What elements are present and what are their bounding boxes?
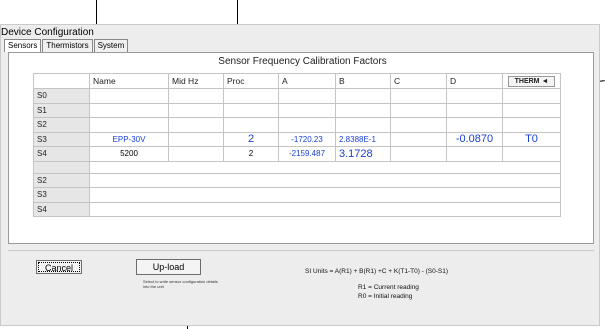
cell-midhz[interactable] [168, 117, 224, 133]
cell-name[interactable] [89, 117, 169, 133]
cell-therm[interactable] [502, 102, 561, 118]
table-row: S3 [33, 187, 561, 203]
cell-c[interactable] [390, 102, 447, 118]
table-separator-row [33, 160, 561, 174]
cell-a[interactable]: -1720.23 [278, 131, 336, 147]
table-row: S2 [33, 172, 561, 188]
cell-midhz[interactable] [168, 131, 224, 147]
tab-sensors[interactable]: Sensors [4, 39, 42, 52]
cell-c[interactable] [390, 88, 447, 104]
tab-thermistors[interactable]: Thermistors [42, 39, 93, 52]
tab-system[interactable]: System [93, 39, 129, 52]
column-header-d: D [446, 73, 503, 89]
therm-button[interactable]: THERM ◄ [507, 76, 556, 87]
cell-d[interactable] [446, 102, 503, 118]
column-header-c: C [390, 73, 447, 89]
formula-legend-r0: R0 = Initial reading [358, 293, 413, 300]
row-empty-cell[interactable] [89, 187, 561, 203]
table-row: S1 [33, 102, 561, 118]
window-title: Device Configuration [1, 27, 94, 38]
tab-bar: Sensors Thermistors System [4, 39, 129, 52]
upload-description: Select to write sensor configuration det… [143, 279, 218, 289]
cell-b[interactable] [335, 88, 391, 104]
calibration-table: Name Mid Hz Proc A B C D THERM ◄ S0 S1 S… [33, 73, 561, 217]
cell-d[interactable] [446, 117, 503, 133]
cell-midhz[interactable] [168, 146, 224, 162]
row-empty-cell[interactable] [89, 172, 561, 188]
column-header-midhz: Mid Hz [168, 73, 224, 89]
row-label-s3-second: S3 [33, 187, 90, 203]
row-empty-cell[interactable] [89, 201, 561, 217]
cell-c[interactable] [390, 146, 447, 162]
cell-therm[interactable]: T0 [502, 131, 561, 147]
cell-b[interactable] [335, 117, 391, 133]
row-label-s0: S0 [33, 88, 90, 104]
arrow-left-icon: ◄ [541, 78, 549, 85]
table-row: S4 5200 2 -2159.487 3.1728 [33, 146, 561, 162]
cell-therm[interactable] [502, 146, 561, 162]
upload-button[interactable]: Up-load [136, 259, 201, 275]
cell-therm[interactable] [502, 88, 561, 104]
cell-proc[interactable] [223, 117, 279, 133]
table-corner [33, 73, 90, 89]
table-row: S2 [33, 117, 561, 133]
cell-midhz[interactable] [168, 88, 224, 104]
row-label-s4: S4 [33, 146, 90, 162]
cell-name[interactable] [89, 88, 169, 104]
cell-name[interactable]: EPP-30V [89, 131, 169, 147]
cell-proc[interactable] [223, 102, 279, 118]
cell-b[interactable]: 3.1728 [335, 146, 391, 162]
cell-midhz[interactable] [168, 102, 224, 118]
divider [8, 250, 594, 251]
separator-cell [33, 160, 90, 174]
cell-b[interactable] [335, 102, 391, 118]
therm-label: THERM [514, 78, 540, 85]
formula-legend-r1: R1 = Current reading [358, 284, 419, 291]
table-row: S3 EPP-30V 2 -1720.23 2.8388E-1 -0.0870 … [33, 131, 561, 147]
cell-c[interactable] [390, 117, 447, 133]
row-label-s2: S2 [33, 117, 90, 133]
cell-a[interactable] [278, 88, 336, 104]
table-row: S0 [33, 88, 561, 104]
column-header-name: Name [89, 73, 169, 89]
table-row: S4 [33, 201, 561, 217]
table-header-row: Name Mid Hz Proc A B C D THERM ◄ [33, 73, 561, 89]
column-header-b: B [335, 73, 391, 89]
row-label-s2-second: S2 [33, 172, 90, 188]
cell-b[interactable]: 2.8388E-1 [335, 131, 391, 147]
separator-fill [89, 160, 561, 174]
panel-title: Sensor Frequency Calibration Factors [218, 56, 387, 67]
row-label-s3: S3 [33, 131, 90, 147]
si-units-formula: SI Units = A(R1) + B(R1) +C + K(T1-T0) -… [305, 268, 449, 275]
cell-proc[interactable]: 2 [223, 131, 279, 147]
cell-a[interactable] [278, 102, 336, 118]
column-header-a: A [278, 73, 336, 89]
therm-header-cell: THERM ◄ [502, 73, 561, 89]
cell-d[interactable] [446, 88, 503, 104]
cell-a[interactable] [278, 117, 336, 133]
cell-name[interactable] [89, 102, 169, 118]
cell-therm[interactable] [502, 117, 561, 133]
cancel-button[interactable]: Cancel [36, 260, 82, 274]
cell-d[interactable]: -0.0870 [446, 131, 503, 147]
cell-proc[interactable] [223, 88, 279, 104]
column-header-proc: Proc [223, 73, 279, 89]
row-label-s4-second: S4 [33, 201, 90, 217]
cell-name[interactable]: 5200 [89, 146, 169, 162]
cell-proc[interactable]: 2 [223, 146, 279, 162]
cell-a[interactable]: -2159.487 [278, 146, 336, 162]
cell-c[interactable] [390, 131, 447, 147]
cell-d[interactable] [446, 146, 503, 162]
row-label-s1: S1 [33, 102, 90, 118]
